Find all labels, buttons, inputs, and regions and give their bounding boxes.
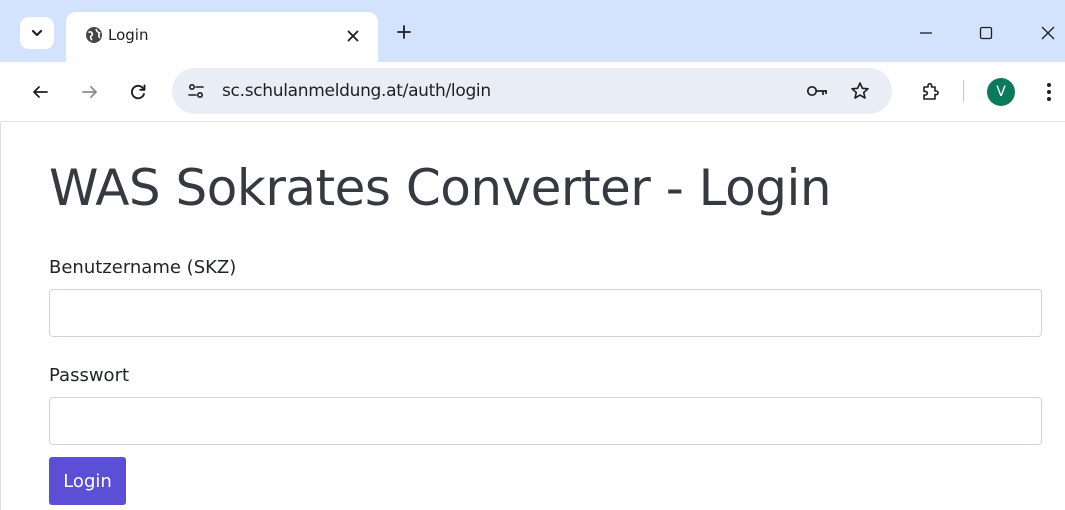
login-button[interactable]: Login bbox=[49, 457, 126, 505]
password-input[interactable] bbox=[49, 397, 1042, 445]
tab-title: Login bbox=[108, 26, 149, 44]
minimize-icon bbox=[920, 32, 932, 34]
site-info-button[interactable] bbox=[180, 75, 212, 107]
url-text[interactable]: sc.schulanmeldung.at/auth/login bbox=[222, 81, 491, 101]
chevron-down-icon bbox=[31, 29, 43, 37]
back-button[interactable] bbox=[24, 76, 56, 108]
address-bar[interactable]: sc.schulanmeldung.at/auth/login bbox=[172, 68, 892, 114]
puzzle-icon bbox=[923, 82, 939, 100]
tab-active[interactable]: Login bbox=[66, 12, 378, 62]
forward-button[interactable] bbox=[74, 76, 106, 108]
reload-icon bbox=[130, 84, 146, 100]
password-label: Passwort bbox=[49, 365, 130, 386]
toolbar-separator bbox=[963, 80, 964, 102]
close-icon bbox=[347, 30, 359, 42]
password-manager-button[interactable] bbox=[804, 77, 832, 105]
tab-close-button[interactable] bbox=[341, 24, 365, 48]
tab-strip: Login bbox=[0, 0, 1065, 62]
page-content: WAS Sokrates Converter - Login Benutzern… bbox=[0, 123, 1065, 510]
minimize-button[interactable] bbox=[911, 18, 941, 48]
page-title: WAS Sokrates Converter - Login bbox=[49, 159, 832, 217]
browser-window: Login sc.schulanmeldung.at/auth/login V … bbox=[0, 0, 1065, 510]
maximize-icon bbox=[979, 26, 993, 40]
username-label: Benutzername (SKZ) bbox=[49, 257, 237, 278]
username-input[interactable] bbox=[49, 289, 1042, 337]
profile-avatar-button[interactable]: V bbox=[987, 78, 1015, 106]
plus-icon bbox=[397, 25, 411, 39]
star-icon bbox=[851, 82, 869, 99]
close-icon bbox=[1041, 26, 1055, 40]
extensions-button[interactable] bbox=[914, 76, 946, 108]
browser-toolbar: sc.schulanmeldung.at/auth/login bbox=[0, 62, 1065, 122]
arrow-left-icon bbox=[33, 86, 48, 98]
window-close-button[interactable] bbox=[1033, 18, 1063, 48]
browser-menu-button[interactable] bbox=[1033, 76, 1065, 108]
new-tab-button[interactable] bbox=[390, 18, 418, 46]
tab-search-button[interactable] bbox=[20, 17, 54, 49]
maximize-button[interactable] bbox=[971, 18, 1001, 48]
more-vertical-icon bbox=[1047, 83, 1051, 101]
key-icon bbox=[806, 85, 827, 97]
arrow-right-icon bbox=[82, 86, 97, 98]
reload-button[interactable] bbox=[122, 76, 154, 108]
bookmark-button[interactable] bbox=[846, 77, 874, 105]
tune-icon bbox=[188, 83, 204, 99]
globe-icon bbox=[86, 27, 102, 43]
